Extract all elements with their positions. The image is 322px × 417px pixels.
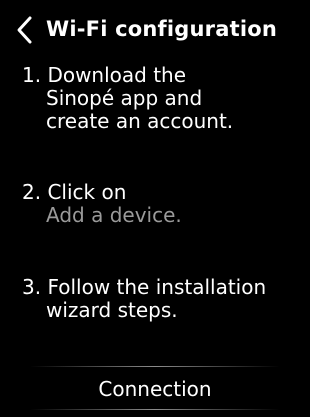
step-1-line-2: Sinopé app and xyxy=(46,86,203,110)
step-1-line-1: 1. Download the xyxy=(22,63,187,87)
add-device-link[interactable]: Add a device. xyxy=(22,204,182,227)
step-3: 3. Follow the installation wizard steps. xyxy=(22,276,266,322)
divider-bottom xyxy=(30,409,280,410)
page-title: Wi-Fi configuration xyxy=(46,17,278,41)
step-1-line-3: create an account. xyxy=(46,109,234,133)
step-2-line-1: 2. Click on xyxy=(22,180,127,204)
step-3-line-2: wizard steps. xyxy=(46,298,178,322)
wifi-configuration-screen: Wi-Fi configuration 1. Download the Sino… xyxy=(0,0,310,417)
chevron-left-icon[interactable] xyxy=(14,14,36,46)
step-1: 1. Download the Sinopé app and create an… xyxy=(22,64,233,133)
divider-top xyxy=(30,366,280,367)
connection-button[interactable]: Connection xyxy=(0,370,310,408)
step-2: 2. Click on Add a device. xyxy=(22,181,182,227)
step-3-line-1: 3. Follow the installation xyxy=(22,275,267,299)
